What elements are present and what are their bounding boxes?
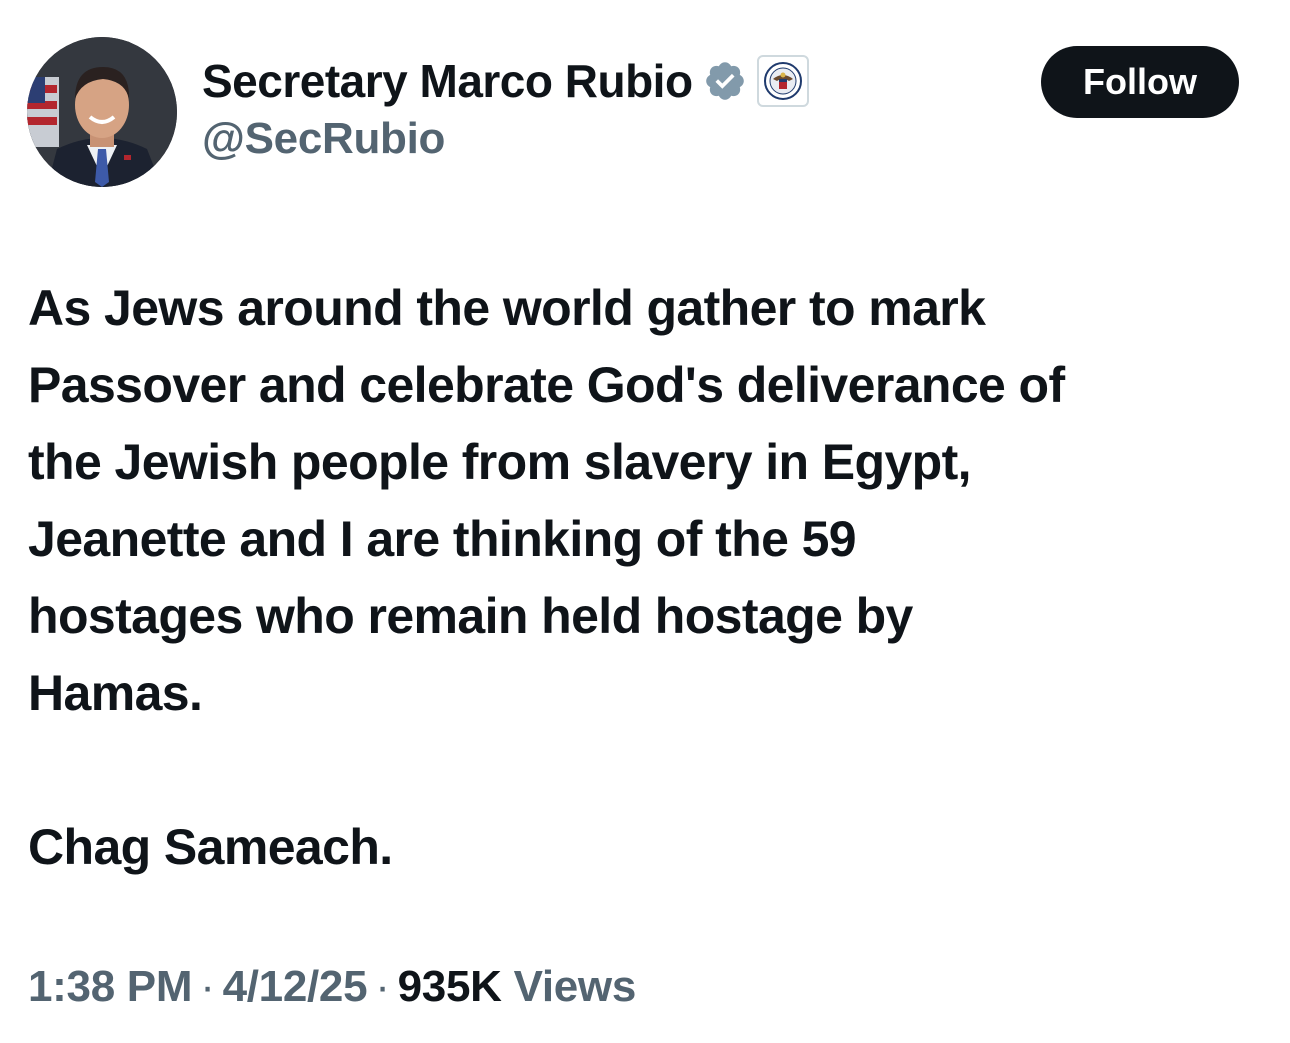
tweet-line: hostages who remain held hostage by (28, 588, 913, 644)
verified-badge-icon[interactable] (703, 59, 747, 103)
tweet-line: the Jewish people from slavery in Egypt, (28, 434, 972, 490)
state-department-seal-icon[interactable] (756, 55, 809, 107)
follow-button[interactable]: Follow (1041, 46, 1239, 118)
tweet-line: As Jews around the world gather to mark (28, 280, 986, 336)
avatar-photo (27, 37, 177, 187)
tweet-line: Passover and celebrate God's deliverance… (28, 357, 1065, 413)
name-row: Secretary Marco Rubio (202, 52, 809, 110)
timestamp-time[interactable]: 1:38 PM (28, 962, 193, 1011)
display-name[interactable]: Secretary Marco Rubio (202, 54, 693, 108)
tweet-line: Jeanette and I are thinking of the 59 (28, 511, 857, 567)
tweet-line: Hamas. (28, 665, 203, 721)
avatar[interactable] (27, 37, 177, 187)
handle[interactable]: @SecRubio (202, 114, 809, 164)
views-label[interactable]: Views (514, 962, 637, 1011)
author-block: Secretary Marco Rubio @SecRubio (202, 52, 809, 164)
separator-dot: · (200, 962, 215, 1011)
separator-dot: · (375, 962, 390, 1011)
tweet-text: As Jews around the world gather to mark … (28, 270, 1268, 886)
tweet: Secretary Marco Rubio @SecRubio Follow A… (0, 0, 1290, 1043)
tweet-closing: Chag Sameach. (28, 819, 393, 875)
timestamp-date[interactable]: 4/12/25 (223, 962, 368, 1011)
tweet-meta: 1:38 PM · 4/12/25 · 935K Views (28, 962, 636, 1012)
views-count[interactable]: 935K (398, 962, 502, 1011)
